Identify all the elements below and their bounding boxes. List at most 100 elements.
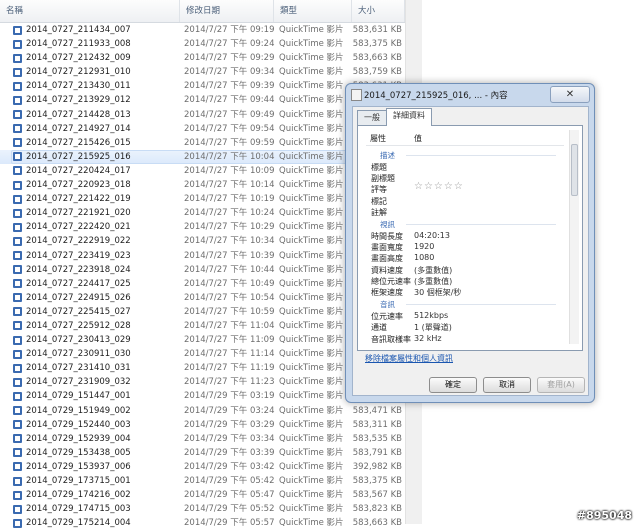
- header-value[interactable]: 值: [414, 133, 422, 144]
- file-name: 2014_0727_213430_011: [26, 81, 131, 92]
- file-row[interactable]: 2014_0729_153438_005 2014/7/29 下午 03:39 Qu…: [0, 446, 405, 460]
- property-value: 512kbps: [414, 311, 449, 321]
- file-date: 2014/7/27 下午 09:59: [184, 137, 275, 148]
- file-name: 2014_0729_174216_002: [26, 490, 131, 501]
- file-size: 583,375 KB: [352, 39, 402, 50]
- file-size: 583,375 KB: [352, 476, 402, 486]
- file-name: 2014_0729_152440_003: [26, 419, 131, 430]
- file-name: 2014_0727_223419_023: [26, 250, 131, 261]
- file-name: 2014_0727_213929_012: [26, 95, 131, 106]
- file-row[interactable]: 2014_0729_175214_004 2014/7/29 下午 05:57 Qu…: [0, 516, 405, 530]
- video-file-icon: [13, 321, 22, 331]
- ok-button[interactable]: 確定: [429, 377, 477, 393]
- file-date: 2014/7/29 下午 03:39: [184, 447, 275, 458]
- file-row[interactable]: 2014_0727_211933_008 2014/7/27 下午 09:24 Qu…: [0, 37, 405, 51]
- property-label: 位元速率: [371, 312, 403, 322]
- video-file-icon: [13, 335, 22, 345]
- tab-general[interactable]: 一般: [357, 110, 387, 125]
- file-name: 2014_0727_230911_030: [26, 349, 131, 360]
- file-name: 2014_0727_212931_010: [26, 67, 131, 78]
- file-name: 2014_0727_220923_018: [26, 180, 131, 191]
- video-file-icon: [13, 67, 22, 77]
- file-date: 2014/7/27 下午 09:24: [184, 39, 275, 50]
- dialog-client: 一般 詳細資料 屬性 值 描述 標題 副標題 評等 ☆☆☆☆☆ 標記 註解 視訊 時間長度 04:…: [352, 106, 589, 396]
- file-date: 2014/7/27 下午 11:14: [184, 349, 275, 360]
- property-value: (多重數值): [414, 265, 453, 275]
- file-size: 583,535 KB: [352, 433, 402, 444]
- column-header-size[interactable]: 大小: [352, 0, 405, 22]
- property-label: 時間長度: [371, 232, 403, 241]
- video-file-icon: [13, 124, 22, 134]
- file-date: 2014/7/27 下午 10:44: [184, 264, 275, 275]
- file-name: 2014_0729_174715_003: [26, 504, 131, 515]
- header-property[interactable]: 屬性: [370, 133, 386, 144]
- video-file-icon: [13, 39, 22, 49]
- file-row[interactable]: 2014_0729_174715_003 2014/7/29 下午 05:52 Qu…: [0, 502, 405, 516]
- file-name: 2014_0727_223918_024: [26, 264, 131, 275]
- file-name: 2014_0727_220424_017: [26, 165, 131, 176]
- file-row[interactable]: 2014_0727_212432_009 2014/7/27 下午 09:29 Qu…: [0, 51, 405, 65]
- cancel-button[interactable]: 取消: [483, 377, 531, 393]
- file-row[interactable]: 2014_0729_174216_002 2014/7/29 下午 05:47 Qu…: [0, 488, 405, 502]
- property-value: 32 kHz: [414, 333, 442, 343]
- file-row[interactable]: 2014_0729_151949_002 2014/7/29 下午 03:24 Qu…: [0, 404, 405, 418]
- video-file-icon: [13, 462, 22, 472]
- property-value: 04:20:13: [414, 231, 450, 240]
- properties-dialog: 2014_0727_215925_016, ... - 內容 ✕ 一般 詳細資料…: [345, 83, 595, 403]
- file-date: 2014/7/27 下午 09:54: [184, 123, 275, 134]
- file-row[interactable]: 2014_0729_152440_003 2014/7/29 下午 03:29 Qu…: [0, 418, 405, 432]
- column-header-date[interactable]: 修改日期: [180, 0, 274, 22]
- file-row[interactable]: 2014_0727_211434_007 2014/7/27 下午 09:19 Qu…: [0, 23, 405, 37]
- file-size: 583,567 KB: [352, 490, 402, 501]
- property-label: 通道: [371, 323, 387, 333]
- video-file-icon: [13, 194, 22, 204]
- file-name: 2014_0729_152939_004: [26, 433, 131, 444]
- file-date: 2014/7/27 下午 10:34: [184, 236, 275, 247]
- file-size: 583,791 KB: [352, 447, 402, 458]
- video-file-icon: [13, 349, 22, 359]
- file-row[interactable]: 2014_0729_152939_004 2014/7/29 下午 03:34 Qu…: [0, 432, 405, 446]
- file-date: 2014/7/27 下午 11:23: [184, 377, 275, 388]
- column-header-type[interactable]: 類型: [274, 0, 352, 22]
- file-date: 2014/7/27 下午 09:44: [184, 95, 275, 106]
- file-name: 2014_0727_214927_014: [26, 123, 131, 134]
- tab-details[interactable]: 詳細資料: [386, 108, 432, 126]
- section-divider: [406, 304, 556, 306]
- file-date: 2014/7/27 下午 10:59: [184, 306, 275, 317]
- property-label: 副標題: [371, 174, 395, 184]
- property-label: 資料速度: [371, 265, 403, 275]
- video-file-icon: [13, 518, 22, 528]
- properties-scrollbar[interactable]: [569, 130, 579, 344]
- file-name: 2014_0727_231410_031: [26, 363, 131, 374]
- file-date: 2014/7/29 下午 03:24: [184, 405, 275, 416]
- file-name: 2014_0729_175214_004: [26, 518, 131, 529]
- video-file-icon: [13, 110, 22, 120]
- video-file-icon: [13, 391, 22, 401]
- video-file-icon: [13, 138, 22, 148]
- property-value: 1920: [414, 242, 435, 252]
- file-row[interactable]: 2014_0729_173715_001 2014/7/29 下午 05:42 Qu…: [0, 474, 405, 488]
- close-button[interactable]: ✕: [550, 86, 590, 103]
- file-date: 2014/7/27 下午 11:19: [184, 363, 275, 374]
- property-label: 標題: [371, 163, 387, 172]
- video-file-icon: [13, 251, 22, 260]
- file-date: 2014/7/27 下午 09:29: [184, 53, 275, 64]
- scroll-thumb[interactable]: [571, 144, 578, 196]
- file-date: 2014/7/27 下午 09:19: [184, 25, 275, 35]
- file-name: 2014_0727_211933_008: [26, 39, 131, 50]
- video-file-icon: [13, 363, 22, 373]
- file-name: 2014_0727_221921_020: [26, 208, 131, 219]
- file-date: 2014/7/27 下午 10:14: [184, 180, 275, 191]
- file-row[interactable]: 2014_0729_153937_006 2014/7/29 下午 03:42 Qu…: [0, 460, 405, 474]
- rating-stars: ☆☆☆☆☆: [414, 181, 464, 193]
- remove-properties-link[interactable]: 移除檔案屬性和個人資訊: [365, 353, 453, 364]
- video-file-icon: [13, 236, 22, 246]
- file-name: 2014_0727_212432_009: [26, 53, 131, 64]
- watermark: #895048: [576, 509, 632, 522]
- section-audio: 音訊: [380, 300, 395, 310]
- file-name: 2014_0727_225415_027: [26, 306, 131, 317]
- apply-button[interactable]: 套用(A): [537, 377, 585, 393]
- file-row[interactable]: 2014_0727_212931_010 2014/7/27 下午 09:34 Qu…: [0, 65, 405, 79]
- column-header-name[interactable]: 名稱: [0, 0, 180, 22]
- file-size: 583,759 KB: [352, 67, 402, 78]
